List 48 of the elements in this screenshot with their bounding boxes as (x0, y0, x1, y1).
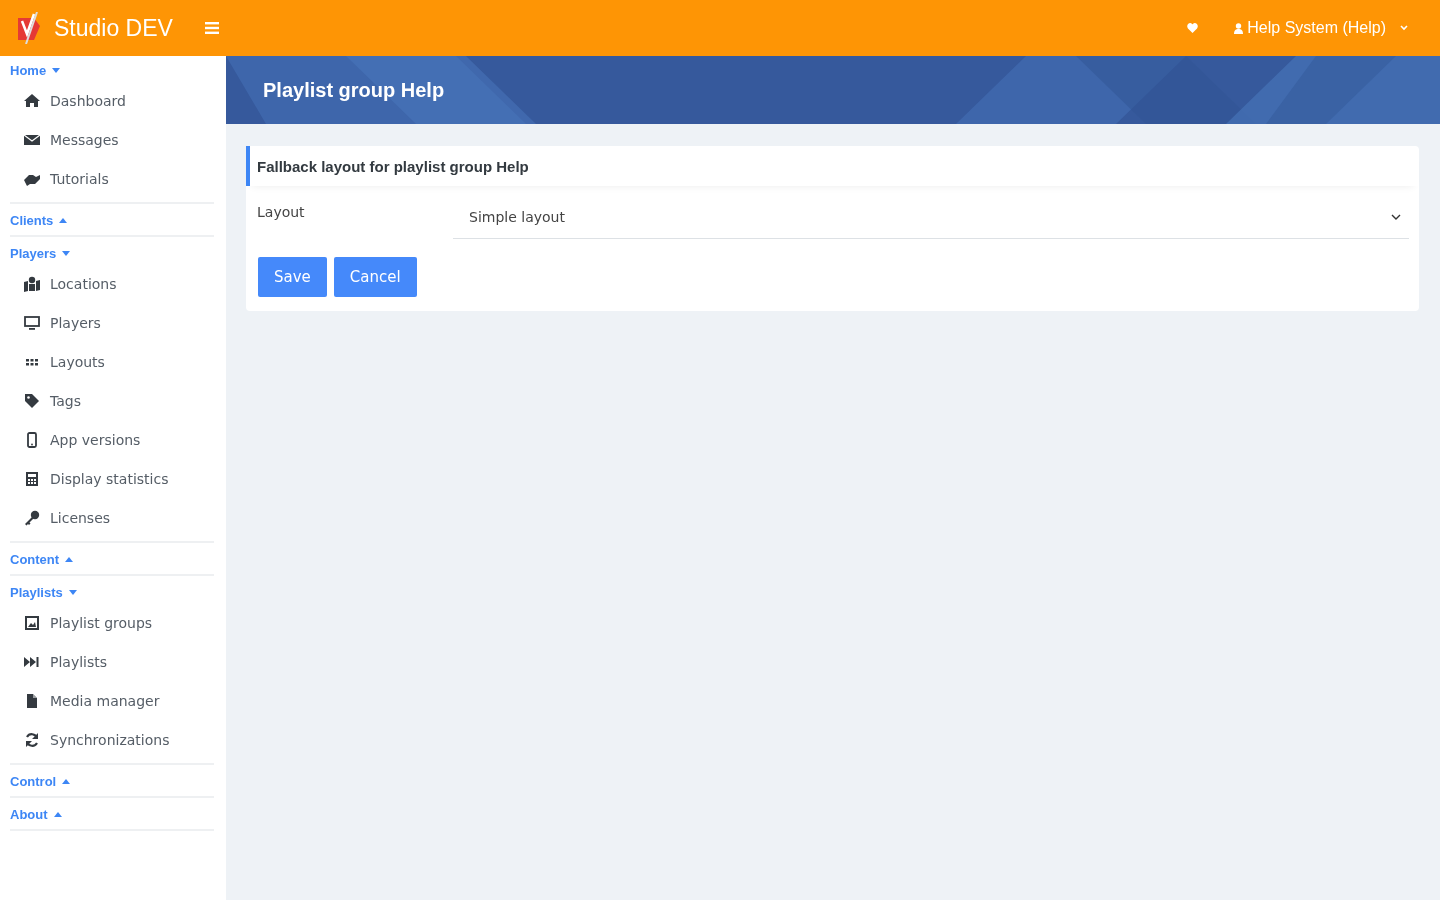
field-label: Layout (257, 203, 306, 222)
sidebar-item[interactable]: Messages (10, 120, 214, 159)
tag-icon (24, 392, 40, 409)
heart-icon[interactable] (1187, 23, 1199, 33)
sidebar-item[interactable]: Playlists (10, 642, 214, 681)
section-header[interactable]: Players (10, 243, 214, 264)
phone-icon (24, 431, 40, 448)
key-icon (24, 509, 40, 526)
page-title: Playlist group Help (263, 78, 445, 102)
layout-dropdown[interactable]: Simple layout (453, 196, 1409, 239)
sidebar-item[interactable]: Media manager (10, 681, 214, 720)
map-pin-icon (24, 275, 40, 292)
app-title: Studio DEV (54, 14, 173, 42)
sidebar-item[interactable]: Tutorials (10, 159, 214, 198)
monitor-icon (24, 314, 40, 331)
caret-icon (65, 557, 74, 562)
file-icon (24, 692, 40, 709)
sidebar-item[interactable]: Synchronizations (10, 720, 214, 759)
caret-icon (68, 590, 77, 595)
chevron-icon (1391, 213, 1401, 221)
section-header[interactable]: Control (10, 771, 214, 792)
caret-icon (62, 779, 71, 784)
sidebar-item[interactable]: Dashboard (10, 81, 214, 120)
sidebar-item[interactable]: Licenses (10, 498, 214, 537)
sidebar-item[interactable]: Tags (10, 381, 214, 420)
section-header[interactable]: Playlists (10, 582, 214, 603)
card-title: Fallback layout for playlist group Help (257, 157, 529, 175)
frame-icon (24, 614, 40, 631)
calculator-icon (24, 470, 40, 487)
logo-icon (16, 12, 42, 44)
caret-icon (53, 812, 62, 817)
sidebar-item[interactable]: Locations (10, 264, 214, 303)
section-header[interactable]: Clients (10, 210, 214, 231)
caret-icon (59, 218, 68, 223)
home-icon (24, 92, 40, 109)
section-header[interactable]: About (10, 804, 214, 825)
user-icon (1234, 22, 1244, 34)
section-header[interactable]: Home (10, 60, 214, 81)
sync-icon (24, 731, 40, 748)
caret-icon (62, 251, 71, 256)
caret-icon (52, 68, 61, 73)
sidebar-item[interactable]: Display statistics (10, 459, 214, 498)
chevron-icon (1400, 25, 1408, 31)
sidebar-item[interactable]: Playlist groups (10, 603, 214, 642)
sidebar-item[interactable]: App versions (10, 420, 214, 459)
sidebar-item[interactable]: Layouts (10, 342, 214, 381)
section-header[interactable]: Content (10, 549, 214, 570)
sidebar-item[interactable]: Players (10, 303, 214, 342)
